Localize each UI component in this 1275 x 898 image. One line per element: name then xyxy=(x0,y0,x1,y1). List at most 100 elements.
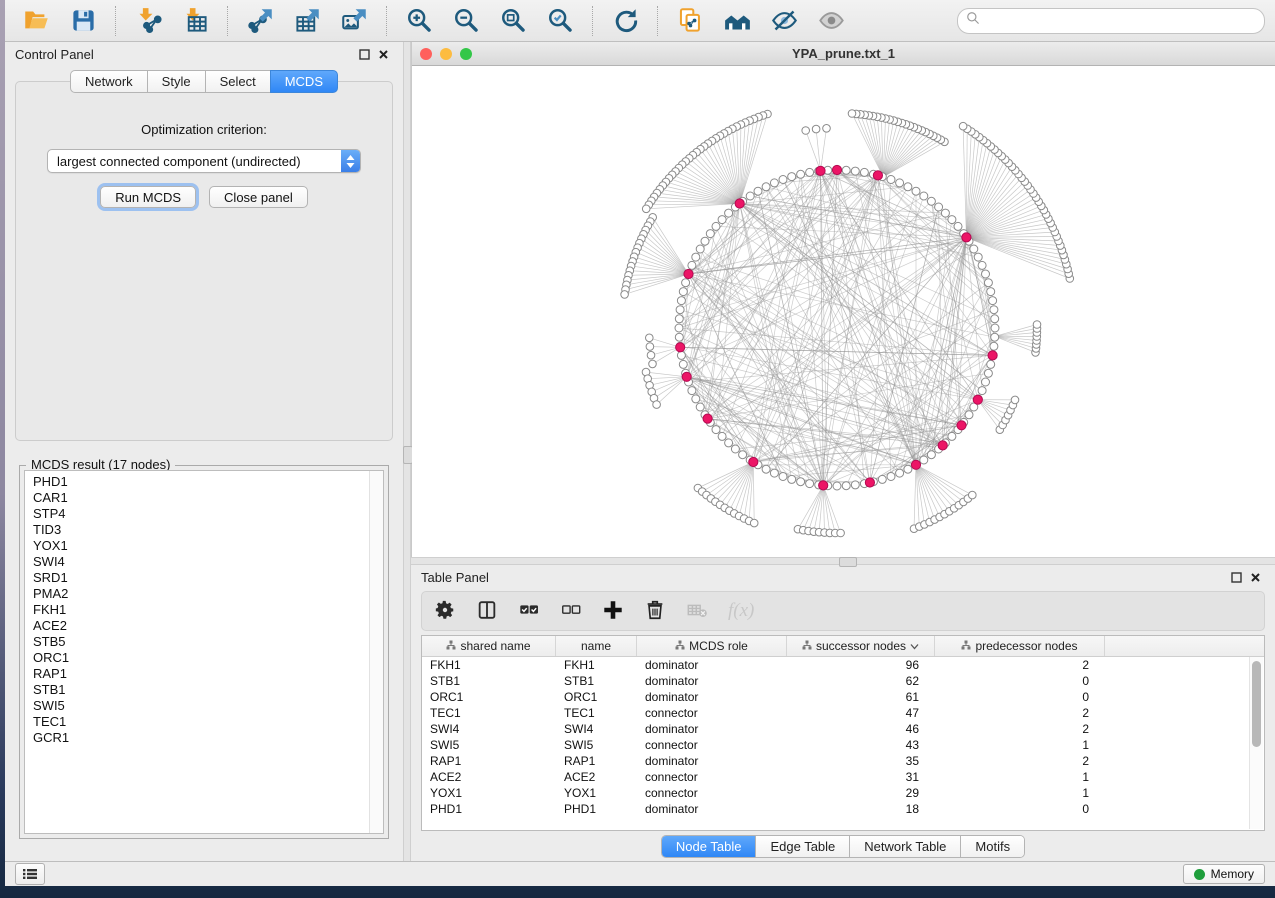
cell-shared-name[interactable]: PHD1 xyxy=(422,802,556,816)
cell-predecessor-nodes[interactable]: 0 xyxy=(935,802,1105,816)
cell-successor-nodes[interactable]: 47 xyxy=(787,706,935,720)
cell-name[interactable]: STB1 xyxy=(556,674,637,688)
close-panel-tab-button[interactable]: Close panel xyxy=(209,186,308,208)
node-table[interactable]: shared namenameMCDS rolesuccessor nodesp… xyxy=(421,635,1265,831)
columns-button[interactable] xyxy=(474,597,500,626)
memory-button[interactable]: Memory xyxy=(1183,864,1265,884)
mcds-result-item[interactable]: TEC1 xyxy=(33,714,369,730)
mcds-result-item[interactable]: ACE2 xyxy=(33,618,369,634)
mcds-result-item[interactable]: STP4 xyxy=(33,506,369,522)
column-header-shared-name[interactable]: shared name xyxy=(422,636,556,656)
deselect-all-button[interactable] xyxy=(558,597,584,626)
cell-name[interactable]: TEC1 xyxy=(556,706,637,720)
table-row[interactable]: TEC1TEC1connector472 xyxy=(422,705,1264,721)
column-header-MCDS-role[interactable]: MCDS role xyxy=(637,636,787,656)
cell-name[interactable]: ACE2 xyxy=(556,770,637,784)
cell-successor-nodes[interactable]: 62 xyxy=(787,674,935,688)
cell-shared-name[interactable]: RAP1 xyxy=(422,754,556,768)
cell-name[interactable]: YOX1 xyxy=(556,786,637,800)
tab-select[interactable]: Select xyxy=(205,70,270,93)
mcds-result-item[interactable]: YOX1 xyxy=(33,538,369,554)
tab-style[interactable]: Style xyxy=(147,70,205,93)
cell-mcds-role[interactable]: dominator xyxy=(637,802,787,816)
cell-mcds-role[interactable]: dominator xyxy=(637,722,787,736)
cell-predecessor-nodes[interactable]: 2 xyxy=(935,658,1105,672)
cell-shared-name[interactable]: YOX1 xyxy=(422,786,556,800)
splitter-grip[interactable] xyxy=(839,557,857,567)
table-row[interactable]: PHD1PHD1dominator180 xyxy=(422,801,1264,817)
vertical-splitter[interactable] xyxy=(403,42,411,861)
zoom-fit-button[interactable] xyxy=(492,4,535,37)
delete-button[interactable] xyxy=(642,597,668,626)
mcds-result-item[interactable]: SRD1 xyxy=(33,570,369,586)
cell-predecessor-nodes[interactable]: 1 xyxy=(935,738,1105,752)
tab-mcds[interactable]: MCDS xyxy=(270,70,338,93)
column-header-predecessor-nodes[interactable]: predecessor nodes xyxy=(935,636,1105,656)
float-panel-button[interactable] xyxy=(1227,570,1246,585)
hide-selected-button[interactable] xyxy=(763,4,806,37)
mcds-list-scrollbar[interactable] xyxy=(369,471,383,833)
duplicate-network-button[interactable] xyxy=(669,4,712,37)
import-network-button[interactable] xyxy=(127,4,170,37)
cell-shared-name[interactable]: ACE2 xyxy=(422,770,556,784)
table-row[interactable]: YOX1YOX1connector291 xyxy=(422,785,1264,801)
table-row[interactable]: ACE2ACE2connector311 xyxy=(422,769,1264,785)
mcds-result-item[interactable]: SWI4 xyxy=(33,554,369,570)
cell-predecessor-nodes[interactable]: 2 xyxy=(935,706,1105,720)
cell-mcds-role[interactable]: dominator xyxy=(637,754,787,768)
save-button[interactable] xyxy=(62,4,105,37)
mcds-result-item[interactable]: RAP1 xyxy=(33,666,369,682)
cell-shared-name[interactable]: FKH1 xyxy=(422,658,556,672)
cell-name[interactable]: PHD1 xyxy=(556,802,637,816)
zoom-in-button[interactable] xyxy=(398,4,441,37)
cell-predecessor-nodes[interactable]: 0 xyxy=(935,674,1105,688)
network-window-titlebar[interactable]: YPA_prune.txt_1 xyxy=(412,42,1275,66)
task-history-button[interactable] xyxy=(15,863,45,885)
cell-name[interactable]: SWI5 xyxy=(556,738,637,752)
search-input[interactable] xyxy=(985,13,1256,29)
cell-mcds-role[interactable]: dominator xyxy=(637,690,787,704)
import-table-button[interactable] xyxy=(174,4,217,37)
cell-predecessor-nodes[interactable]: 0 xyxy=(935,690,1105,704)
export-table-button[interactable] xyxy=(286,4,329,37)
cell-shared-name[interactable]: ORC1 xyxy=(422,690,556,704)
cell-mcds-role[interactable]: connector xyxy=(637,786,787,800)
mcds-result-item[interactable]: SWI5 xyxy=(33,698,369,714)
table-row[interactable]: SWI5SWI5connector431 xyxy=(422,737,1264,753)
cell-mcds-role[interactable]: connector xyxy=(637,738,787,752)
tab-node-table[interactable]: Node Table xyxy=(662,836,757,857)
cell-mcds-role[interactable]: connector xyxy=(637,770,787,784)
tab-network[interactable]: Network xyxy=(70,70,147,93)
optimization-criterion-select[interactable]: largest connected component (undirected) xyxy=(47,149,361,173)
select-all-button[interactable] xyxy=(516,597,542,626)
zoom-selected-button[interactable] xyxy=(539,4,582,37)
add-button[interactable] xyxy=(600,597,626,626)
minimize-window-icon[interactable] xyxy=(440,48,452,60)
mcds-result-item[interactable]: STB1 xyxy=(33,682,369,698)
mcds-result-item[interactable]: CAR1 xyxy=(33,490,369,506)
table-row[interactable]: SWI4SWI4dominator462 xyxy=(422,721,1264,737)
cell-name[interactable]: RAP1 xyxy=(556,754,637,768)
tab-motifs[interactable]: Motifs xyxy=(961,836,1024,857)
table-row[interactable]: STB1STB1dominator620 xyxy=(422,673,1264,689)
float-panel-button[interactable] xyxy=(355,47,374,62)
maximize-window-icon[interactable] xyxy=(460,48,472,60)
cell-successor-nodes[interactable]: 96 xyxy=(787,658,935,672)
close-window-icon[interactable] xyxy=(420,48,432,60)
cell-name[interactable]: SWI4 xyxy=(556,722,637,736)
mcds-result-item[interactable]: FKH1 xyxy=(33,602,369,618)
cell-successor-nodes[interactable]: 18 xyxy=(787,802,935,816)
mcds-result-item[interactable]: PHD1 xyxy=(33,474,369,490)
cell-successor-nodes[interactable]: 35 xyxy=(787,754,935,768)
network-graph[interactable] xyxy=(412,66,1275,557)
horizontal-splitter[interactable] xyxy=(411,557,1275,565)
export-network-button[interactable] xyxy=(239,4,282,37)
run-mcds-button[interactable]: Run MCDS xyxy=(100,186,196,208)
zoom-out-button[interactable] xyxy=(445,4,488,37)
table-row[interactable]: FKH1FKH1dominator962 xyxy=(422,657,1264,673)
settings-button[interactable] xyxy=(432,597,458,626)
refresh-button[interactable] xyxy=(604,4,647,37)
mcds-result-item[interactable]: ORC1 xyxy=(33,650,369,666)
cell-predecessor-nodes[interactable]: 2 xyxy=(935,754,1105,768)
column-header-successor-nodes[interactable]: successor nodes xyxy=(787,636,935,656)
